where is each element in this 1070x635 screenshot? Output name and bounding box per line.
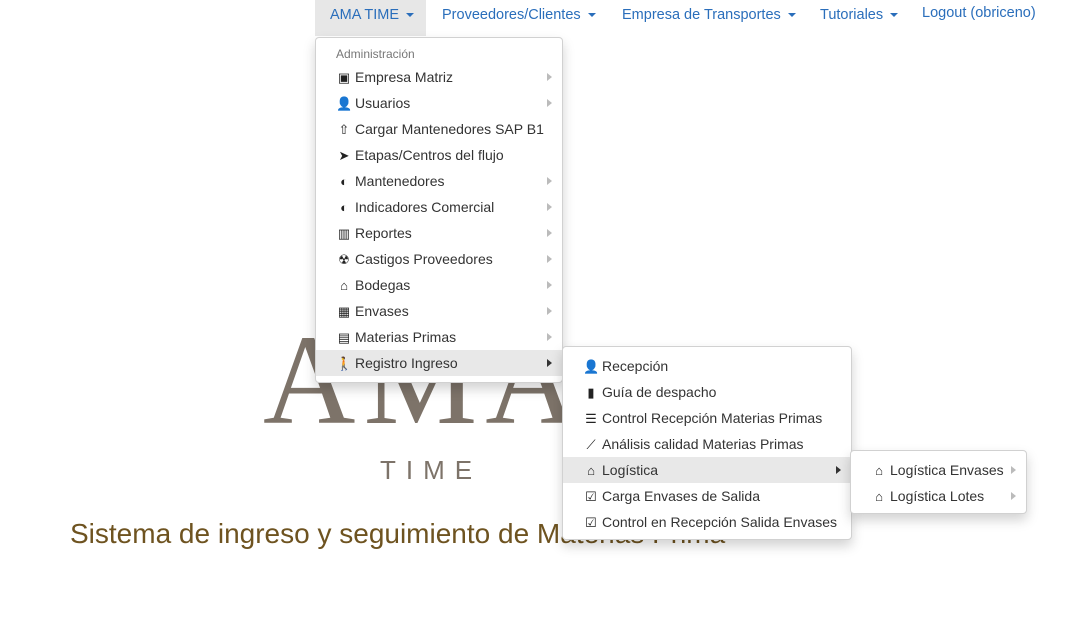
menu-item-bodegas[interactable]: ⌂ Bodegas	[316, 272, 562, 298]
chevron-right-icon	[547, 281, 552, 289]
line-chart-icon: ⟋	[586, 437, 596, 452]
menu-item-label: Bodegas	[355, 277, 411, 293]
ama-time-dropdown-menu: Administración ▣ Empresa Matriz 👤 Usuarios…	[315, 37, 563, 383]
menu-item-mantenedores[interactable]: ◐ Mantenedores	[316, 168, 562, 194]
registro-ingreso-submenu: 👤 Recepción ▮ Guía de despacho ☰ Control Re…	[562, 346, 852, 540]
upload-icon: ⇧	[338, 122, 350, 137]
menu-item-label: Análisis calidad Materias Primas	[602, 436, 804, 452]
menu-item-registro-ingreso[interactable]: 🚶 Registro Ingreso	[316, 350, 562, 376]
pallet-icon: ▤	[337, 330, 351, 345]
submenu-item-control-recepcion[interactable]: ☰ Control Recepción Materias Primas	[563, 405, 851, 431]
chevron-right-icon	[547, 229, 552, 237]
bar-chart-icon: ▥	[337, 226, 351, 241]
menu-item-label: Materias Primas	[355, 329, 457, 345]
chevron-right-icon	[547, 99, 552, 107]
boxes-icon: ▦	[337, 304, 351, 319]
clipboard-check-icon: ☑	[585, 515, 597, 530]
nav-ama-time-dropdown[interactable]: AMA TIME	[315, 0, 426, 36]
caret-down-icon	[587, 13, 596, 18]
logistica-submenu: ⌂ Logística Envases ⌂ Logística Lotes	[850, 450, 1027, 514]
warehouse-icon: ⌂	[340, 278, 348, 293]
menu-item-label: Castigos Proveedores	[355, 251, 493, 267]
chevron-right-icon	[547, 307, 552, 315]
toggle-icon: ◐	[340, 200, 348, 215]
submenu-item-control-salida-envases[interactable]: ☑ Control en Recepción Salida Envases	[563, 509, 851, 535]
submenu-item-logistica-lotes[interactable]: ⌂ Logística Lotes	[851, 483, 1026, 509]
menu-item-label: Mantenedores	[355, 173, 445, 189]
warehouse-icon: ⌂	[875, 489, 883, 504]
menu-item-label: Control en Recepción Salida Envases	[602, 514, 838, 530]
brand-logo-time: TIME	[380, 455, 483, 485]
toggle-icon: ◐	[340, 174, 348, 189]
menu-item-label: Control Recepción Materias Primas	[602, 410, 823, 426]
menu-item-label: Etapas/Centros del flujo	[355, 147, 504, 163]
menu-item-label: Logística	[602, 462, 659, 478]
menu-item-label: Envases	[355, 303, 409, 319]
chevron-right-icon	[547, 177, 552, 185]
menu-item-label: Guía de despacho	[602, 384, 717, 400]
submenu-item-logistica-envases[interactable]: ⌂ Logística Envases	[851, 457, 1026, 483]
warehouse-icon: ⌂	[875, 463, 883, 478]
menu-item-materias-primas[interactable]: ▤ Materias Primas	[316, 324, 562, 350]
nav-tutoriales-label: Tutoriales	[820, 7, 884, 23]
clipboard-check-icon: ☑	[585, 489, 597, 504]
chevron-right-icon	[836, 466, 841, 474]
menu-item-indicadores-comercial[interactable]: ◐ Indicadores Comercial	[316, 194, 562, 220]
radiation-icon: ☢	[338, 252, 350, 267]
menu-item-label: Carga Envases de Salida	[602, 488, 760, 504]
list-icon: ☰	[585, 411, 597, 426]
menu-item-usuarios[interactable]: 👤 Usuarios	[316, 90, 562, 116]
paper-plane-icon: ➤	[338, 148, 350, 163]
nav-proveedores-clientes-label: Proveedores/Clientes	[442, 7, 581, 23]
caret-down-icon	[406, 13, 415, 18]
menu-item-label: Logística Lotes	[890, 488, 985, 504]
chevron-right-icon	[547, 333, 552, 341]
user-cog-icon: 👤	[336, 96, 353, 111]
menu-item-reportes[interactable]: ▥ Reportes	[316, 220, 562, 246]
menu-item-label: Empresa Matriz	[355, 69, 454, 85]
logout-link[interactable]: Logout (obriceno)	[922, 0, 1036, 36]
menu-header-administracion: Administración	[336, 47, 415, 61]
menu-item-empresa-matriz[interactable]: ▣ Empresa Matriz	[316, 64, 562, 90]
caret-down-icon	[787, 13, 796, 18]
chevron-right-icon	[1011, 466, 1016, 474]
walking-icon: 🚶	[336, 356, 353, 371]
menu-item-label: Cargar Mantenedores SAP B1	[355, 121, 544, 137]
menu-item-envases[interactable]: ▦ Envases	[316, 298, 562, 324]
top-navbar: AMA TIME Proveedores/Clientes Empresa de…	[0, 0, 1070, 36]
chevron-right-icon	[1011, 492, 1016, 500]
menu-item-label: Indicadores Comercial	[355, 199, 495, 215]
nav-empresa-transportes-label: Empresa de Transportes	[622, 7, 781, 23]
chevron-right-icon	[547, 359, 552, 367]
menu-item-label: Registro Ingreso	[355, 355, 458, 371]
chevron-right-icon	[547, 203, 552, 211]
menu-item-label: Reportes	[355, 225, 412, 241]
submenu-item-recepcion[interactable]: 👤 Recepción	[563, 353, 851, 379]
chevron-right-icon	[547, 255, 552, 263]
submenu-item-analisis-calidad[interactable]: ⟋ Análisis calidad Materias Primas	[563, 431, 851, 457]
submenu-item-carga-envases-salida[interactable]: ☑ Carga Envases de Salida	[563, 483, 851, 509]
menu-item-etapas-centros[interactable]: ➤ Etapas/Centros del flujo	[316, 142, 562, 168]
submenu-item-logistica[interactable]: ⌂ Logística	[563, 457, 851, 483]
file-invoice-icon: ▮	[587, 385, 595, 400]
menu-item-castigos-proveedores[interactable]: ☢ Castigos Proveedores	[316, 246, 562, 272]
nav-proveedores-clientes-dropdown[interactable]: Proveedores/Clientes	[442, 0, 596, 36]
submenu-item-guia-despacho[interactable]: ▮ Guía de despacho	[563, 379, 851, 405]
nav-ama-time-label: AMA TIME	[330, 7, 400, 23]
id-badge-icon: ▣	[337, 70, 351, 85]
nav-tutoriales-dropdown[interactable]: Tutoriales	[820, 0, 899, 36]
caret-down-icon	[890, 13, 899, 18]
user-lock-icon: 👤	[583, 359, 600, 374]
chevron-right-icon	[547, 73, 552, 81]
menu-item-cargar-mantenedores[interactable]: ⇧ Cargar Mantenedores SAP B1	[316, 116, 562, 142]
warehouse-icon: ⌂	[587, 463, 595, 478]
menu-item-label: Recepción	[602, 358, 669, 374]
menu-item-label: Logística Envases	[890, 462, 1004, 478]
menu-item-label: Usuarios	[355, 95, 411, 111]
nav-empresa-transportes-dropdown[interactable]: Empresa de Transportes	[622, 0, 796, 36]
